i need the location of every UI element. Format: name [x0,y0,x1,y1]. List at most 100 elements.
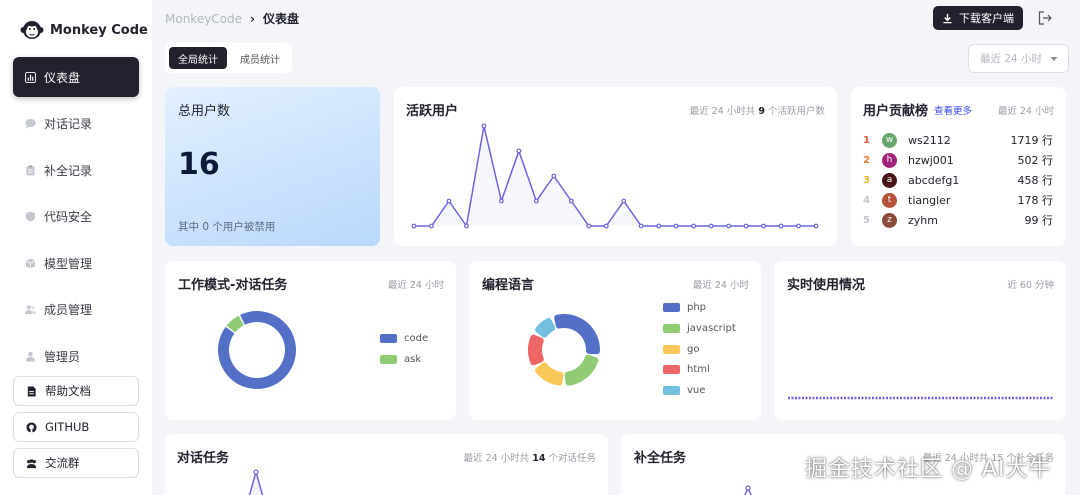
app-name: Monkey Code [50,22,148,38]
languages-card: 编程语言 最近 24 小时 php javascript go html vue [469,261,761,420]
language-legend-label: html [687,364,710,376]
languages-donut-chart [528,314,600,386]
sidebar-item-dashboard[interactable]: 仪表盘 [13,57,139,97]
sidebar-item-member-management[interactable]: 成员管理 [13,290,139,330]
contributor-row[interactable]: 1 w ws2112 1719 行 [863,132,1053,148]
active-users-point [586,223,592,229]
contributor-row[interactable]: 2 h hzwj001 502 行 [863,152,1053,168]
sidebar-item-label: 代码安全 [44,210,93,224]
tab-global-stats[interactable]: 全局统计 [169,47,227,69]
chat-tasks-line [248,469,264,495]
avatar: z [882,212,897,228]
contributors-title: 用户贡献榜 [863,104,929,119]
contributor-rank: 5 [863,214,870,226]
cube-icon [25,257,36,269]
github-button[interactable]: GITHUB [13,412,139,442]
active-users-point [429,223,434,229]
contributor-row[interactable]: 3 a abcdefg1 458 行 [863,172,1053,188]
github-label: GITHUB [45,420,90,434]
contributor-rank: 3 [863,174,870,186]
contributor-lines: 99 行 [1024,214,1054,227]
language-legend-item[interactable]: vue [663,385,705,396]
sidebar-item-admin[interactable]: 管理员 [13,336,139,376]
download-icon [943,13,952,23]
language-slice-javascript [564,354,599,386]
active-users-point [638,223,644,229]
total-users-card: 总用户数 16 其中 0 个用户被禁用 [165,87,380,246]
work-mode-legend-swatch [380,354,397,364]
active-users-point [708,223,714,229]
help-docs-button[interactable]: 帮助文档 [13,376,139,406]
sidebar-item-chat-records[interactable]: 对话记录 [13,104,139,144]
languages-subtitle: 最近 24 小时 [692,280,749,291]
contributor-name: zyhm [908,213,938,227]
sidebar-item-label: 补全记录 [44,163,93,178]
contributor-lines: 1719 行 [1010,134,1054,147]
sidebar-item-model-management[interactable]: 模型管理 [13,243,139,283]
work-mode-subtitle: 最近 24 小时 [387,280,444,291]
active-users-point [551,173,557,179]
avatar: h [882,152,897,168]
chat-tasks-point [253,469,259,475]
doc-icon [27,385,36,397]
total-users-value: 16 [178,147,220,182]
contributor-rank: 1 [863,134,870,146]
active-users-point [796,223,801,229]
contributors-subtitle: 最近 24 小时 [997,106,1054,117]
contributor-lines: 458 行 [1017,174,1054,187]
clipboard-icon [26,164,35,176]
language-legend-label: javascript [687,322,736,334]
work-mode-card: 工作模式-对话任务 最近 24 小时 code ask [165,261,456,420]
community-group-button[interactable]: 交流群 [13,448,139,478]
sidebar-item-label: 成员管理 [44,303,93,317]
work-mode-legend-item[interactable]: code [380,333,428,344]
breadcrumb-root[interactable]: MonkeyCode [165,12,242,26]
stats-tabs: 全局统计 成员统计 [165,43,292,73]
sidebar-item-code-security[interactable]: 代码安全 [13,197,139,237]
tab-member-stats[interactable]: 成员统计 [231,47,289,69]
work-mode-legend-item[interactable]: ask [380,354,421,365]
work-mode-donut-chart [218,311,296,389]
sidebar-item-label: 管理员 [44,349,81,364]
download-client-button[interactable]: 下载客户端 [933,6,1023,30]
total-users-title: 总用户数 [178,104,231,119]
language-legend-item[interactable]: go [663,344,699,355]
active-users-point [743,223,749,229]
view-more-link[interactable]: 查看更多 [934,103,972,117]
active-users-point [533,198,539,204]
contributor-lines: 178 行 [1017,194,1054,207]
sidebar-item-label: 模型管理 [44,256,93,271]
contributor-name: ws2112 [908,133,951,147]
sidebar-item-completion-records[interactable]: 补全记录 [13,150,139,190]
languages-title: 编程语言 [482,278,535,293]
contributor-lines: 502 行 [1017,154,1054,167]
logout-icon[interactable] [1036,9,1054,27]
language-slice-php [554,314,600,355]
active-users-card: 活跃用户 最近 24 小时共 9 个活跃用户数 [394,87,837,246]
download-client-label: 下载客户端 [959,12,1014,25]
language-legend-label: go [687,343,700,355]
contributor-row[interactable]: 4 t tiangler 178 行 [863,192,1053,208]
community-group-label: 交流群 [45,456,80,470]
view-more-label: 查看更多 [934,106,973,117]
realtime-usage-chart [788,396,1054,400]
language-legend-swatch [663,303,680,312]
active-users-point [656,223,662,229]
users-icon [25,305,36,315]
time-range-select[interactable]: 最近 24 小时 [968,44,1069,73]
active-users-point [516,148,522,154]
contributor-row[interactable]: 5 z zyhm 99 行 [863,212,1053,228]
language-legend-item[interactable]: html [663,364,710,375]
monkey-logo-icon [20,21,44,39]
avatar: w [882,132,897,148]
active-users-point [464,223,469,229]
disabled-users-note: 其中 0 个用户被禁用 [178,221,276,233]
chat-icon [25,118,36,129]
active-users-point [673,223,679,229]
watermark: 掘金技术社区 @ AI大牛 [805,457,1052,482]
language-legend-item[interactable]: javascript [663,323,736,334]
language-legend-item[interactable]: php [663,302,706,313]
chat-tasks-card: 对话任务 最近 24 小时共 14 个对话任务 [165,434,608,495]
language-slice-go [535,362,564,386]
app-logo[interactable]: Monkey Code [20,18,148,42]
